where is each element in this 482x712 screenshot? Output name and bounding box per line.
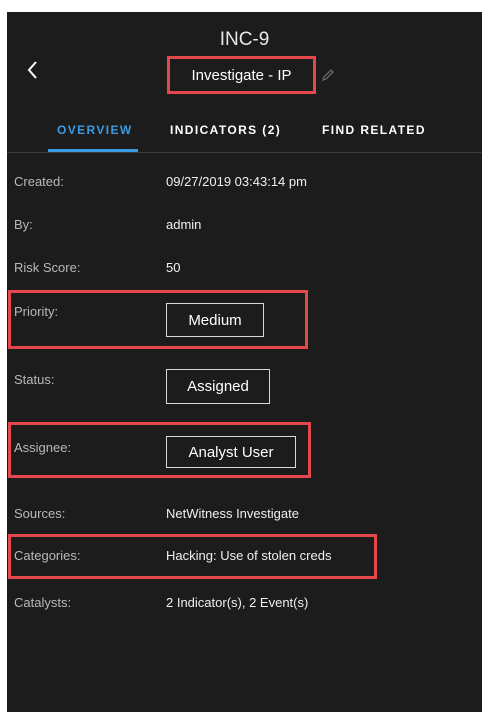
- sources-value: NetWitness Investigate: [166, 506, 299, 521]
- by-value: admin: [166, 217, 202, 232]
- created-label: Created:: [14, 174, 64, 189]
- categories-value: Hacking: Use of stolen creds: [166, 548, 332, 563]
- tab-bar: OVERVIEW INDICATORS (2) FIND RELATED: [7, 120, 482, 152]
- header-divider: [7, 152, 482, 153]
- by-label: By:: [14, 217, 33, 232]
- assignee-label: Assignee:: [14, 440, 72, 455]
- sources-label: Sources:: [14, 506, 66, 521]
- catalysts-value[interactable]: 2 Indicator(s), 2 Event(s): [166, 595, 308, 610]
- incident-id: INC-9: [219, 29, 270, 50]
- incident-panel: INC-9 Investigate - IP OVERVIEW INDICATO…: [7, 12, 482, 712]
- status-select[interactable]: Assigned: [166, 369, 270, 404]
- created-value: 09/27/2019 03:43:14 pm: [166, 174, 307, 189]
- status-label: Status:: [14, 372, 55, 387]
- assignee-select[interactable]: Analyst User: [166, 436, 296, 468]
- incident-title[interactable]: Investigate - IP: [191, 67, 291, 84]
- tab-overview[interactable]: OVERVIEW: [57, 123, 133, 137]
- tab-indicators[interactable]: INDICATORS (2): [170, 123, 281, 137]
- chevron-left-icon[interactable]: [21, 56, 43, 84]
- risk-score-label: Risk Score:: [14, 260, 81, 275]
- priority-label: Priority:: [14, 304, 59, 319]
- pencil-icon[interactable]: [321, 68, 335, 82]
- priority-select[interactable]: Medium: [166, 303, 264, 337]
- tab-find-related[interactable]: FIND RELATED: [322, 123, 426, 137]
- incident-title-highlight: Investigate - IP: [167, 56, 316, 94]
- categories-label: Categories:: [14, 548, 81, 563]
- catalysts-label: Catalysts:: [14, 595, 72, 610]
- incident-header: INC-9 Investigate - IP OVERVIEW INDICATO…: [7, 12, 482, 152]
- risk-score-value: 50: [166, 260, 181, 275]
